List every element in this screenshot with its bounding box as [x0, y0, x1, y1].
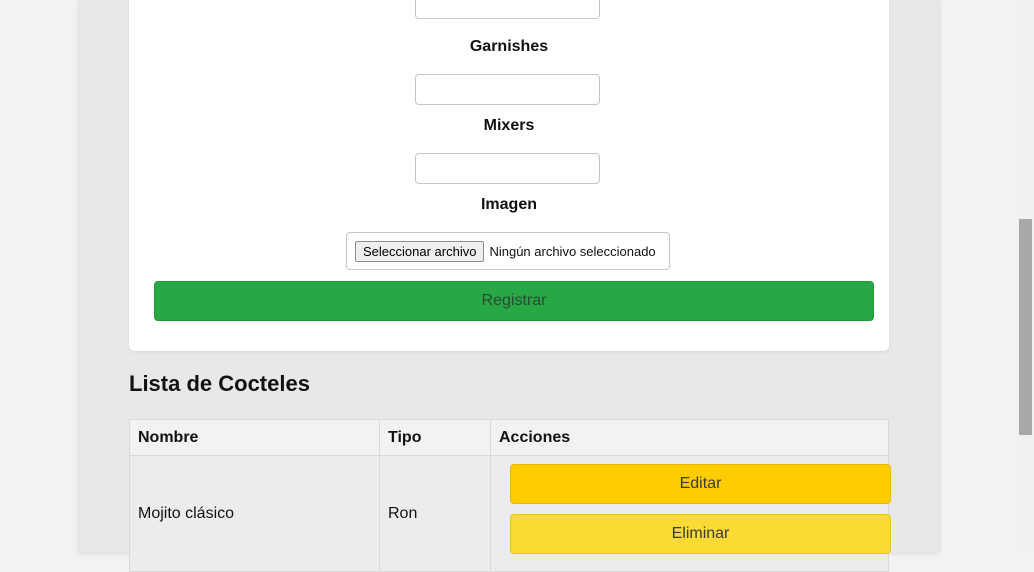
cell-tipo: Ron [379, 455, 491, 572]
delete-button[interactable]: Eliminar [510, 514, 891, 554]
previous-field-input[interactable] [415, 0, 600, 19]
garnishes-label: Garnishes [469, 38, 549, 55]
table-row: Mojito clásico Ron Editar Eliminar [129, 455, 891, 572]
cocktail-list-title: Lista de Cocteles [129, 371, 310, 396]
vertical-scrollbar[interactable] [1017, 0, 1034, 553]
imagen-label: Imagen [480, 196, 537, 213]
column-header-tipo: Tipo [379, 419, 491, 456]
cell-nombre: Mojito clásico [129, 455, 380, 572]
column-header-nombre: Nombre [129, 419, 380, 456]
mixers-label: Mixers [483, 117, 535, 134]
file-status-text: Ningún archivo seleccionado [489, 243, 656, 259]
edit-button[interactable]: Editar [510, 464, 891, 504]
register-form-card: Garnishes Mixers Imagen Seleccionar arch… [129, 0, 889, 351]
cell-acciones: Editar Eliminar [490, 455, 891, 572]
cocktail-table: Nombre Tipo Acciones Mojito clásico Ron … [129, 419, 891, 572]
image-file-input[interactable]: Seleccionar archivo Ningún archivo selec… [346, 232, 670, 270]
column-header-acciones: Acciones [490, 419, 889, 456]
register-button[interactable]: Registrar [154, 281, 874, 321]
garnishes-input[interactable] [415, 74, 600, 105]
page-container: Garnishes Mixers Imagen Seleccionar arch… [79, 0, 939, 572]
table-header-row: Nombre Tipo Acciones [129, 419, 889, 456]
mixers-input[interactable] [415, 153, 600, 184]
choose-file-button[interactable]: Seleccionar archivo [355, 240, 485, 262]
scrollbar-thumb[interactable] [1019, 219, 1032, 435]
